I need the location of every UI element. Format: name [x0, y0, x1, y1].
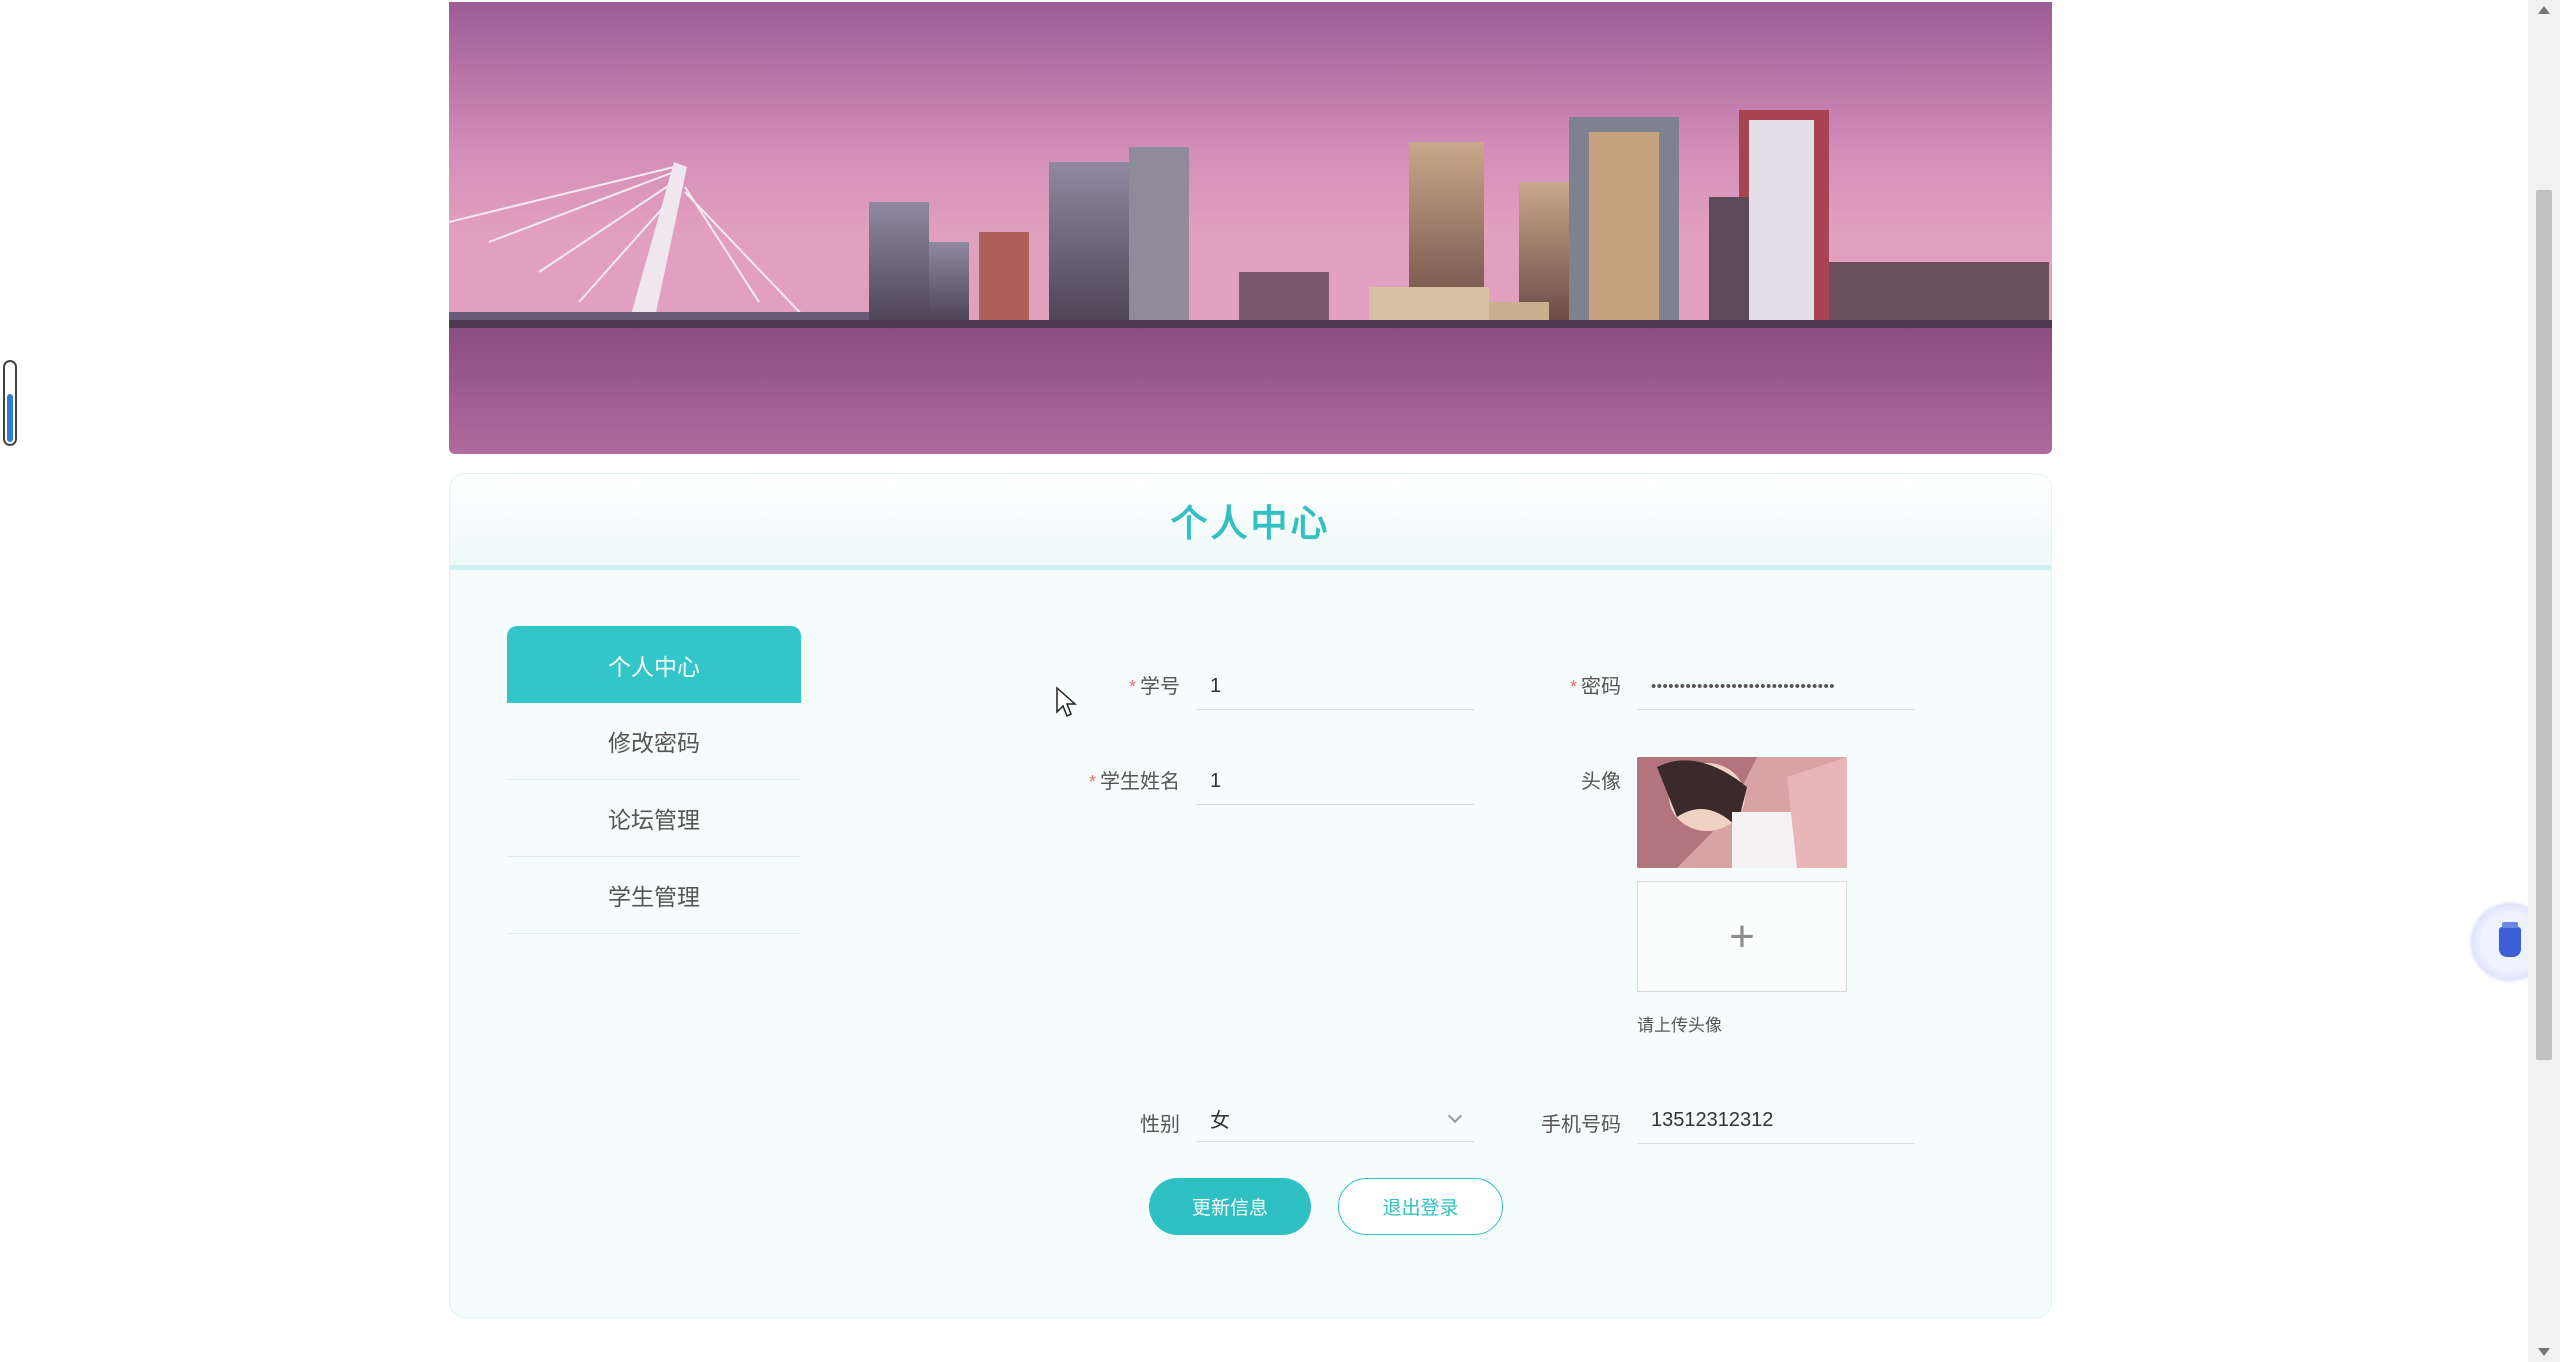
page: 个人中心 个人中心 修改密码 论坛管理 学生管理 * 学号 1 * 密码 •••••… [0, 0, 2560, 1362]
required-mark: * [1569, 677, 1577, 697]
phone-field: 手机号码 13512312312 [1491, 1098, 1915, 1144]
update-info-button[interactable]: 更新信息 [1149, 1178, 1311, 1235]
student-name-field: * 学生姓名 1 [1050, 759, 1474, 805]
student-name-label: * 学生姓名 [1088, 771, 1180, 793]
side-menu: 个人中心 修改密码 论坛管理 学生管理 [507, 626, 801, 934]
profile-card: 个人中心 个人中心 修改密码 论坛管理 学生管理 * 学号 1 * 密码 •••••… [449, 473, 2052, 1318]
password-field: * 密码 •••••••••••••••••••••••••••••••• [1491, 664, 1915, 710]
side-indicator-fill [7, 394, 13, 442]
gender-select[interactable]: 女 [1196, 1096, 1474, 1142]
student-id-input[interactable]: 1 [1196, 664, 1474, 710]
student-id-field: * 学号 1 [1050, 664, 1474, 710]
plus-icon: + [1729, 911, 1755, 961]
menu-item-change-password[interactable]: 修改密码 [507, 703, 801, 780]
logout-button[interactable]: 退出登录 [1338, 1178, 1503, 1235]
menu-item-profile[interactable]: 个人中心 [507, 626, 801, 703]
gender-label: 性别 [1140, 1114, 1180, 1136]
cup-icon [2499, 922, 2521, 957]
scroll-down-icon[interactable] [2538, 1348, 2550, 1356]
student-name-input[interactable]: 1 [1196, 759, 1474, 805]
chevron-down-icon [1447, 1108, 1463, 1123]
password-input[interactable]: •••••••••••••••••••••••••••••••• [1637, 664, 1915, 710]
avatar-upload-hint: 请上传头像 [1637, 1016, 1722, 1035]
gender-value: 女 [1210, 1110, 1230, 1132]
avatar-upload-box[interactable]: + [1637, 881, 1847, 992]
password-label: * 密码 [1569, 676, 1621, 698]
card-header: 个人中心 [450, 474, 2051, 570]
mouse-cursor-icon [1056, 686, 1077, 718]
page-scrollbar[interactable] [2528, 0, 2560, 1362]
scrollbar-thumb[interactable] [2536, 190, 2552, 1060]
phone-label: 手机号码 [1541, 1114, 1621, 1136]
required-mark: * [1088, 772, 1096, 792]
scroll-up-icon[interactable] [2538, 6, 2550, 14]
avatar-label: 头像 [1581, 771, 1621, 793]
side-indicator[interactable] [3, 360, 17, 446]
gender-field: 性别 女 [1050, 1096, 1474, 1142]
required-mark: * [1128, 677, 1136, 697]
page-title: 个人中心 [1170, 502, 1331, 544]
phone-input[interactable]: 13512312312 [1637, 1098, 1915, 1144]
menu-item-forum-management[interactable]: 论坛管理 [507, 780, 801, 857]
menu-item-student-management[interactable]: 学生管理 [507, 857, 801, 934]
banner-image [449, 2, 2052, 454]
avatar-image [1637, 757, 1847, 868]
